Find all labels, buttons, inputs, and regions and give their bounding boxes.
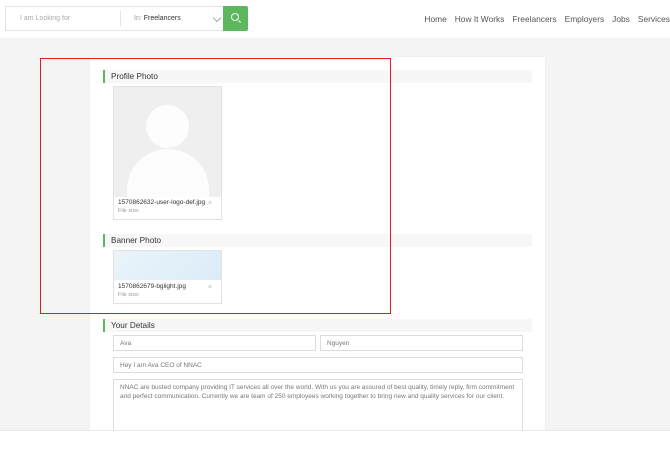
last-name-field[interactable]	[320, 335, 523, 351]
nav-home[interactable]: Home	[424, 14, 446, 24]
nav-employers[interactable]: Employers	[565, 14, 605, 24]
banner-photo-heading: Banner Photo	[103, 234, 532, 247]
profile-settings-card: Profile Photo 1570862632-user-logo-def.j…	[90, 57, 545, 439]
search-input[interactable]	[6, 7, 116, 30]
footer-band	[0, 430, 670, 451]
banner-photo-file-size: File size:	[118, 292, 140, 298]
search-button[interactable]	[223, 6, 248, 31]
profile-photo-heading: Profile Photo	[103, 70, 532, 83]
avatar-placeholder-body	[127, 149, 209, 197]
search-divider	[120, 11, 121, 26]
top-header: In: Freelancers Home How It Works Freela…	[0, 0, 670, 38]
avatar-placeholder-head	[146, 105, 189, 148]
nav-freelancers[interactable]: Freelancers	[512, 14, 556, 24]
tagline-field[interactable]	[113, 357, 523, 373]
banner-photo-file-name: 1570862679-bglight.jpg	[118, 283, 186, 290]
profile-photo-file-size: File size:	[118, 208, 140, 214]
banner-photo-thumbnail	[114, 251, 221, 280]
search-box: In: Freelancers	[5, 6, 247, 31]
nav-how-it-works[interactable]: How It Works	[455, 14, 505, 24]
your-details-heading: Your Details	[103, 319, 532, 332]
category-prefix: In:	[134, 15, 142, 22]
category-value: Freelancers	[143, 15, 181, 22]
profile-photo-thumbnail	[114, 87, 221, 197]
profile-photo-file-name: 1570862632-user-logo-def.jpg	[118, 199, 206, 206]
profile-photo-card: 1570862632-user-logo-def.jpg File size: …	[113, 86, 222, 220]
chevron-down-icon	[212, 13, 222, 23]
nav-jobs[interactable]: Jobs	[612, 14, 630, 24]
banner-photo-card: 1570862679-bglight.jpg File size: ×	[113, 250, 222, 304]
nav-services[interactable]: Services	[638, 14, 670, 24]
remove-banner-photo-icon[interactable]: ×	[208, 284, 212, 291]
search-icon	[231, 13, 239, 21]
main-nav: Home How It Works Freelancers Employers …	[416, 0, 670, 38]
first-name-field[interactable]	[113, 335, 316, 351]
remove-profile-photo-icon[interactable]: ×	[208, 200, 212, 207]
category-select[interactable]: In: Freelancers	[122, 7, 230, 30]
